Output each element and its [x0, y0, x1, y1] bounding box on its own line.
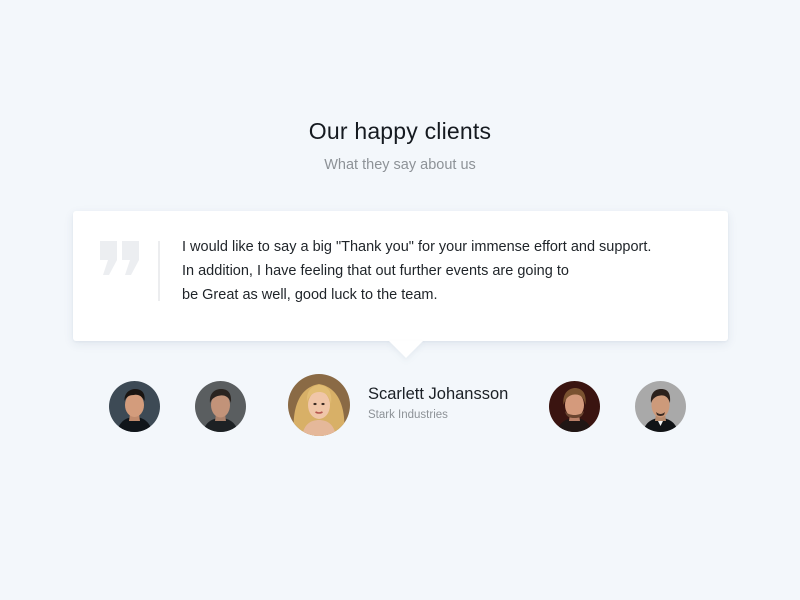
- quote-icon: [100, 241, 140, 277]
- client-avatar[interactable]: [549, 381, 600, 432]
- client-avatar[interactable]: [195, 381, 246, 432]
- testimonials-section: Our happy clients What they say about us…: [0, 0, 800, 600]
- client-avatar[interactable]: [109, 381, 160, 432]
- testimonial-card: I would like to say a big "Thank you" fo…: [73, 211, 728, 341]
- testimonial-quote: I would like to say a big "Thank you" fo…: [182, 235, 712, 307]
- client-name: Scarlett Johansson: [368, 385, 509, 403]
- section-subtitle: What they say about us: [324, 157, 476, 173]
- client-avatar[interactable]: [635, 381, 686, 432]
- section-title: Our happy clients: [308, 118, 492, 144]
- client-company: Stark Industries: [368, 409, 448, 421]
- quote-line: be Great as well, good luck to the team.: [182, 287, 438, 303]
- quote-line: I would like to say a big "Thank you" fo…: [182, 239, 652, 255]
- client-avatar-active[interactable]: [288, 374, 350, 436]
- card-pointer: [389, 341, 423, 358]
- quote-line: In addition, I have feeling that out fur…: [182, 263, 569, 279]
- quote-divider: [158, 241, 160, 301]
